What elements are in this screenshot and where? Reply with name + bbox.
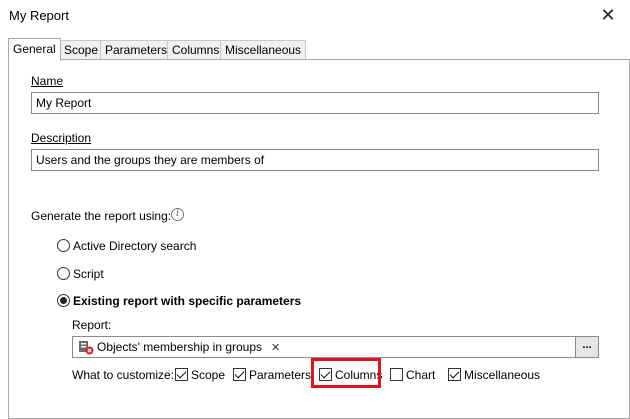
checkbox-parameters-label[interactable]: Parameters [249, 368, 311, 382]
checkbox-parameters[interactable] [233, 368, 246, 381]
report-icon [79, 341, 94, 355]
checkbox-chart[interactable] [390, 368, 403, 381]
radio-existing-report-label[interactable]: Existing report with specific parameters [73, 294, 301, 308]
name-field[interactable]: My Report [31, 92, 599, 114]
columns-highlight-box [311, 358, 381, 388]
radio-script-label[interactable]: Script [73, 267, 104, 281]
title-bar: My Report ✕ [0, 0, 630, 31]
name-label: Name [31, 74, 64, 88]
tab-miscellaneous[interactable]: Miscellaneous [220, 40, 307, 60]
close-icon[interactable]: ✕ [586, 0, 630, 31]
tab-columns[interactable]: Columns [167, 40, 225, 60]
window-title: My Report [9, 8, 69, 23]
generate-label: Generate the report using: [31, 209, 172, 223]
general-panel: Name My Report Description Users and the… [8, 59, 630, 419]
report-field[interactable]: Objects' membership in groups ✕ ... [72, 336, 599, 358]
description-field[interactable]: Users and the groups they are members of [31, 149, 599, 171]
customize-label: What to customize: [72, 368, 175, 382]
description-label: Description [31, 131, 92, 145]
checkbox-miscellaneous-label[interactable]: Miscellaneous [464, 368, 540, 382]
checkbox-scope[interactable] [175, 368, 188, 381]
remove-report-icon[interactable]: ✕ [271, 341, 280, 354]
radio-existing-report[interactable] [57, 294, 70, 307]
radio-ad-search[interactable] [57, 239, 70, 252]
info-icon[interactable]: i [171, 208, 184, 221]
radio-script[interactable] [57, 267, 70, 280]
checkbox-chart-label[interactable]: Chart [406, 368, 435, 382]
radio-ad-search-label[interactable]: Active Directory search [73, 239, 196, 253]
report-label: Report: [72, 318, 112, 332]
tab-general[interactable]: General [8, 38, 61, 61]
checkbox-scope-label[interactable]: Scope [191, 368, 225, 382]
report-chip: Objects' membership in groups ✕ [78, 339, 280, 355]
tab-parameters[interactable]: Parameters [100, 40, 173, 60]
checkbox-miscellaneous[interactable] [448, 368, 461, 381]
tab-scope[interactable]: Scope [59, 40, 104, 60]
report-chip-label: Objects' membership in groups [97, 340, 263, 354]
browse-button[interactable]: ... [575, 336, 599, 358]
